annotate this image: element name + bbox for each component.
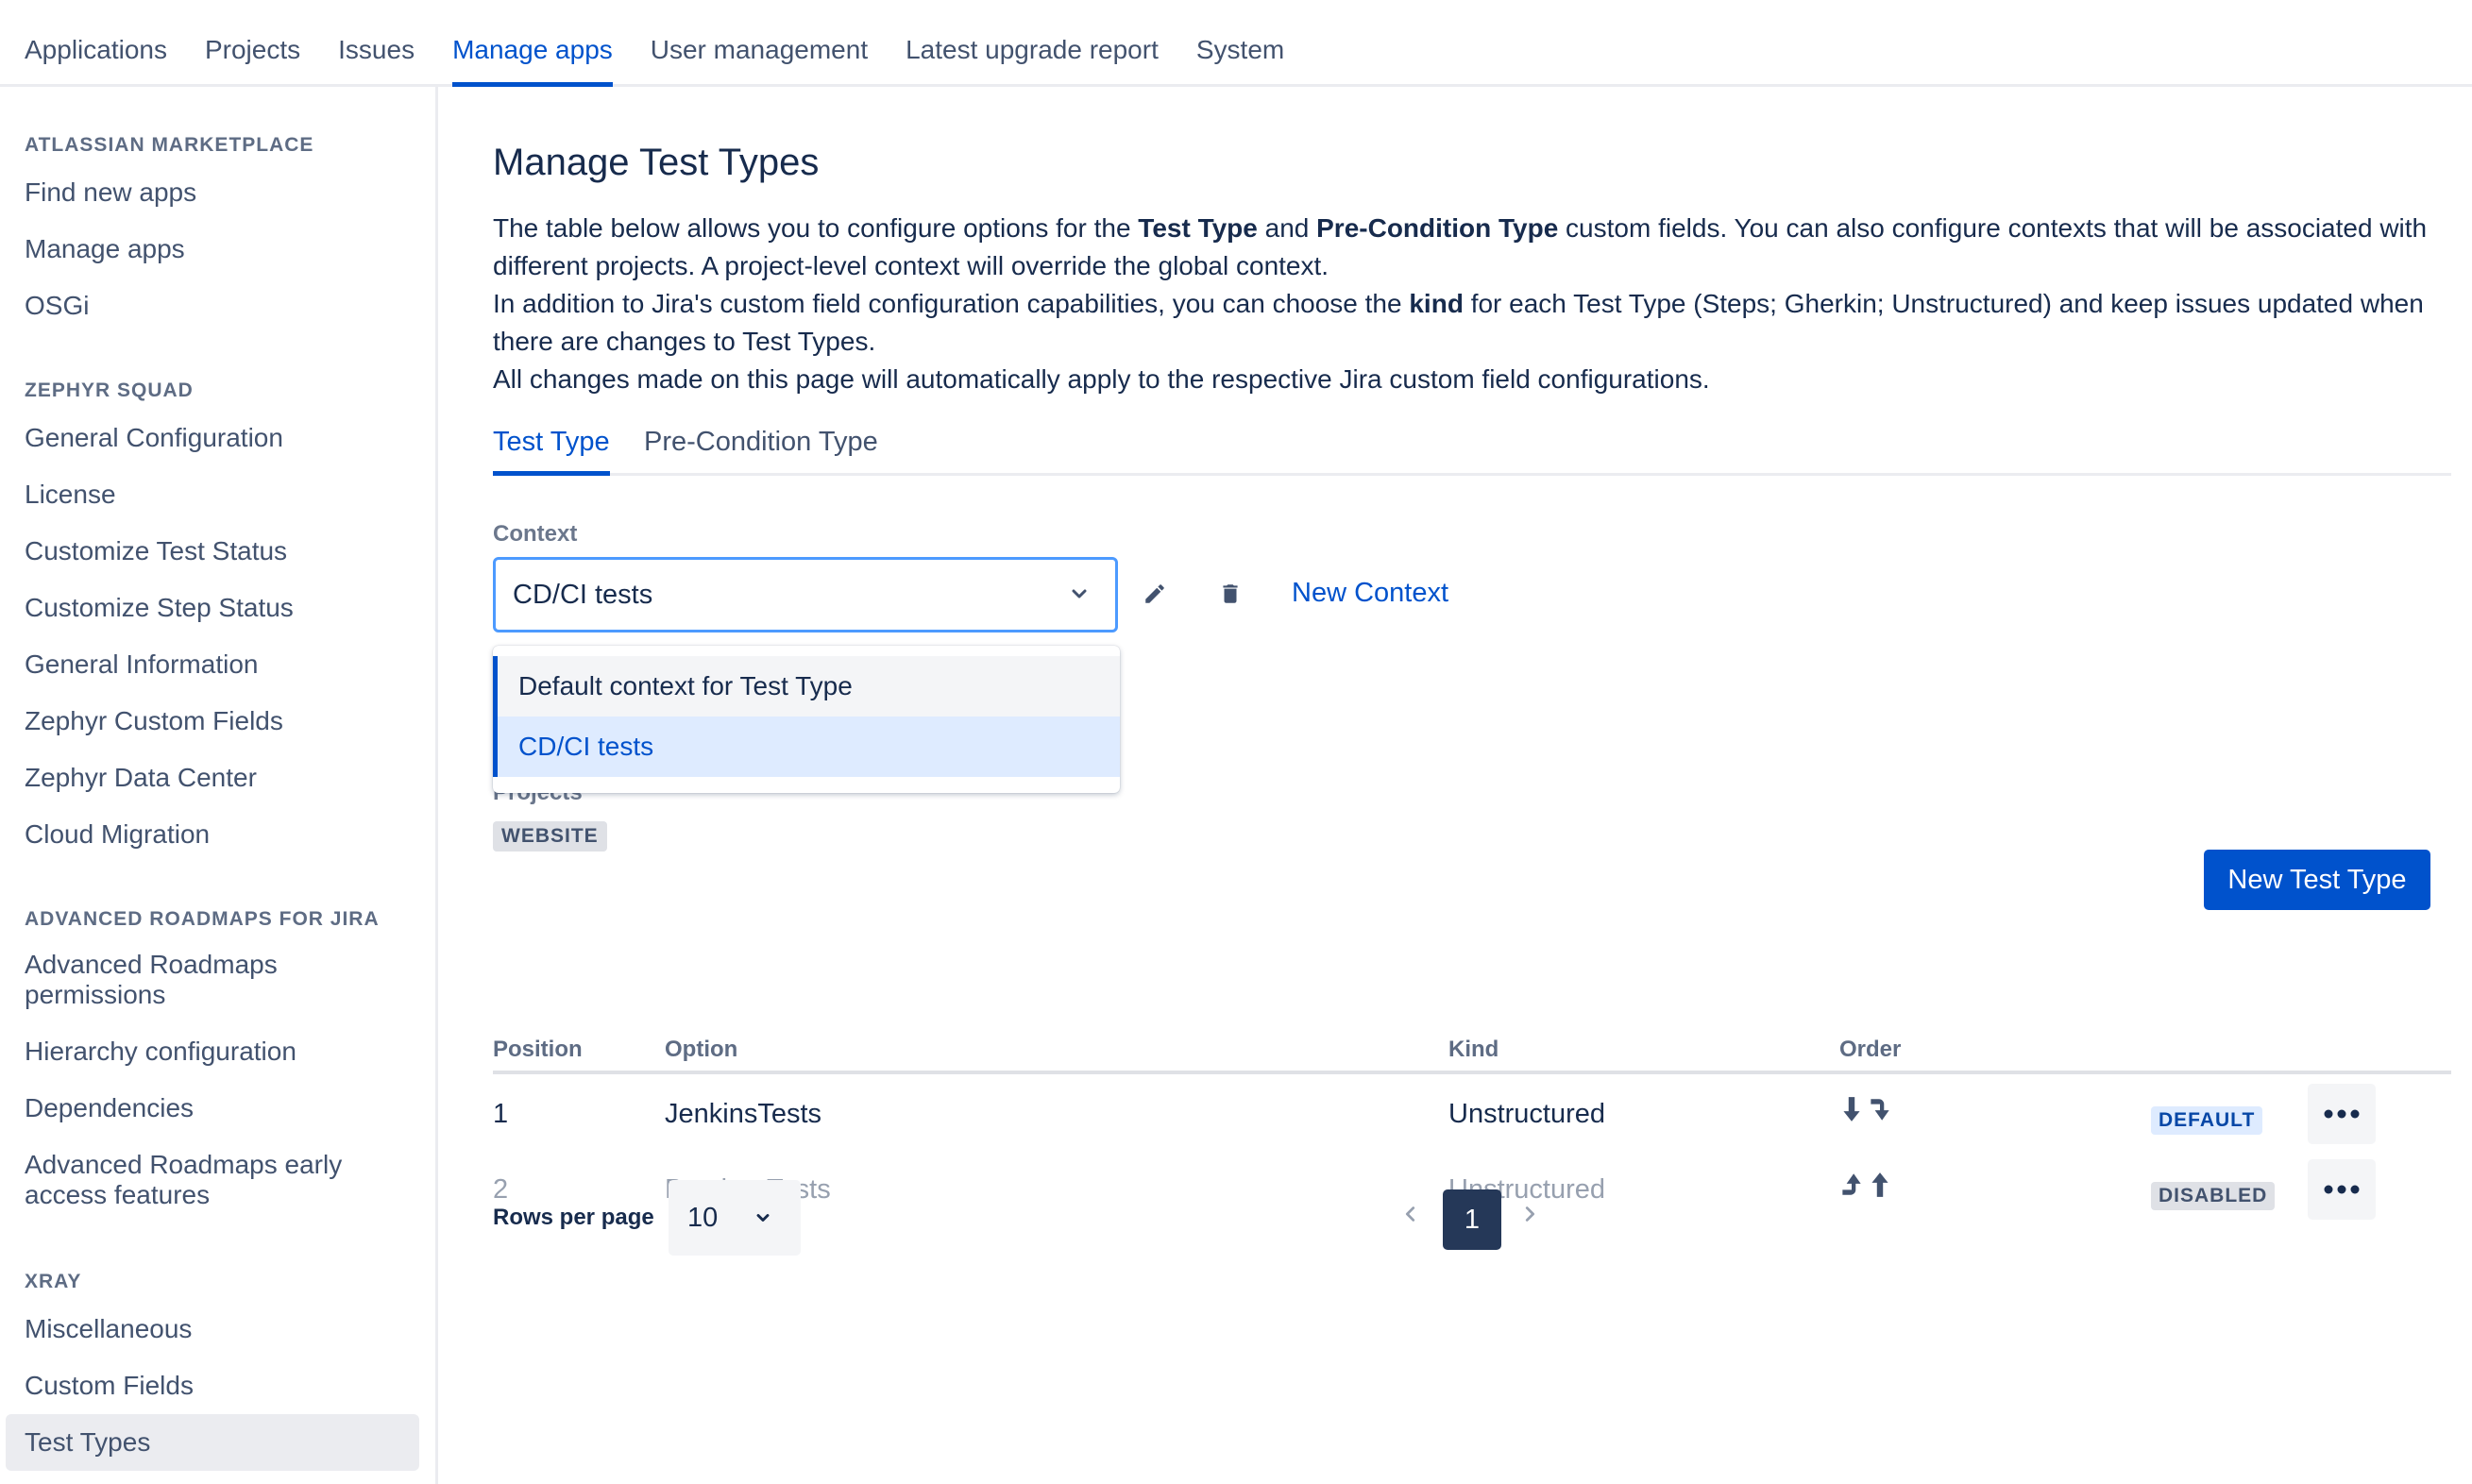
- context-option-cdci[interactable]: CD/CI tests: [493, 717, 1120, 777]
- project-badge: WEBSITE: [493, 821, 607, 852]
- new-test-type-button[interactable]: New Test Type: [2204, 850, 2430, 910]
- context-select-value: CD/CI tests: [513, 579, 653, 610]
- arrow-move-top-icon[interactable]: [1839, 1171, 1864, 1199]
- more-icon: [2324, 1185, 2360, 1194]
- order-controls: [1839, 1171, 1892, 1199]
- sidebar-item-zephyr-custom-fields[interactable]: Zephyr Custom Fields: [6, 706, 419, 736]
- rows-per-page-value: 10: [687, 1202, 719, 1233]
- table-row: 1 JenkinsTests Unstructured DEFAULT: [493, 1078, 2451, 1154]
- sidebar-item-test-types[interactable]: Test Types: [6, 1414, 419, 1471]
- arrow-up-icon[interactable]: [1868, 1171, 1892, 1199]
- tab-projects[interactable]: Projects: [205, 0, 300, 87]
- context-select[interactable]: CD/CI tests: [493, 557, 1118, 632]
- new-context-button[interactable]: New Context: [1292, 578, 1448, 609]
- tab-applications[interactable]: Applications: [25, 0, 167, 87]
- cell-position: 1: [493, 1099, 509, 1129]
- delete-context-button[interactable]: [1207, 570, 1254, 617]
- context-label: Context: [493, 521, 578, 547]
- sidebar-item-license[interactable]: License: [6, 480, 419, 510]
- rows-per-page-label: Rows per page: [493, 1205, 654, 1230]
- sidebar-item-customize-step-status[interactable]: Customize Step Status: [6, 593, 419, 623]
- order-controls: [1839, 1095, 1892, 1123]
- sidebar-item-dependencies[interactable]: Dependencies: [6, 1093, 419, 1123]
- header-position: Position: [493, 1037, 583, 1062]
- cell-position: 2: [493, 1174, 509, 1205]
- row-actions-button[interactable]: [2308, 1159, 2376, 1220]
- chevron-left-icon: [1405, 1206, 1415, 1222]
- cell-option: JenkinsTests: [665, 1099, 822, 1129]
- tab-pre-condition-type[interactable]: Pre-Condition Type: [644, 427, 878, 476]
- sidebar-item-manage-apps[interactable]: Manage apps: [6, 234, 419, 264]
- sidebar-heading-advanced-roadmaps: ADVANCED ROADMAPS FOR JIRA: [25, 908, 380, 930]
- tab-user-management[interactable]: User management: [651, 0, 868, 87]
- pencil-icon: [1145, 584, 1164, 603]
- tab-issues[interactable]: Issues: [338, 0, 415, 87]
- header-option: Option: [665, 1037, 738, 1062]
- context-option-default[interactable]: Default context for Test Type: [493, 656, 1120, 717]
- page-button-current[interactable]: 1: [1443, 1189, 1501, 1250]
- sidebar-item-miscellaneous[interactable]: Miscellaneous: [6, 1314, 419, 1344]
- sidebar-item-find-new-apps[interactable]: Find new apps: [6, 177, 419, 208]
- rows-per-page-select[interactable]: 10: [669, 1180, 801, 1256]
- sidebar-item-general-configuration[interactable]: General Configuration: [6, 423, 419, 453]
- desc-text: All changes made on this page will autom…: [493, 364, 1710, 394]
- sidebar-item-cloud-migration[interactable]: Cloud Migration: [6, 819, 419, 850]
- sidebar-heading-zephyr-squad: ZEPHYR SQUAD: [25, 379, 194, 401]
- tab-latest-upgrade-report[interactable]: Latest upgrade report: [906, 0, 1159, 87]
- chevron-down-icon: [1072, 589, 1087, 599]
- next-page-button[interactable]: [1511, 1186, 1549, 1242]
- sidebar-heading-xray: XRAY: [25, 1271, 82, 1292]
- sidebar-item-customize-test-status[interactable]: Customize Test Status: [6, 536, 419, 566]
- cell-kind: Unstructured: [1448, 1099, 1606, 1129]
- sidebar-item-osgi[interactable]: OSGi: [6, 291, 419, 321]
- page-description: The table below allows you to configure …: [493, 210, 2451, 398]
- context-dropdown-menu: Default context for Test Type CD/CI test…: [493, 646, 1120, 793]
- tab-test-type[interactable]: Test Type: [493, 427, 610, 476]
- previous-page-button[interactable]: [1392, 1186, 1430, 1242]
- chevron-right-icon: [1525, 1206, 1535, 1222]
- desc-text: and: [1257, 213, 1317, 243]
- sidebar-item-hierarchy-configuration[interactable]: Hierarchy configuration: [6, 1037, 419, 1067]
- sidebar-item-early-access-features[interactable]: Advanced Roadmaps early access features: [6, 1150, 374, 1210]
- table-header: Position Option Kind Order: [493, 1025, 2451, 1074]
- status-badge: DISABLED: [2151, 1182, 2276, 1210]
- desc-bold: Test Type: [1138, 213, 1258, 243]
- desc-bold: Pre-Condition Type: [1316, 213, 1559, 243]
- tab-system[interactable]: System: [1196, 0, 1284, 87]
- sidebar-item-general-information[interactable]: General Information: [6, 649, 419, 680]
- sidebar-heading-atlassian-marketplace: ATLASSIAN MARKETPLACE: [25, 134, 314, 156]
- more-icon: [2324, 1109, 2360, 1119]
- desc-bold: kind: [1409, 289, 1464, 318]
- page-title: Manage Test Types: [493, 142, 820, 183]
- tab-manage-apps[interactable]: Manage apps: [452, 0, 613, 87]
- trash-icon: [1223, 584, 1238, 603]
- arrow-move-bottom-icon[interactable]: [1868, 1095, 1892, 1123]
- chevron-down-icon: [756, 1214, 770, 1222]
- desc-text: The table below allows you to configure …: [493, 213, 1139, 243]
- arrow-down-icon[interactable]: [1839, 1095, 1864, 1123]
- row-actions-button[interactable]: [2308, 1084, 2376, 1144]
- edit-context-button[interactable]: [1131, 570, 1178, 617]
- header-kind: Kind: [1448, 1037, 1499, 1062]
- top-navigation: Applications Projects Issues Manage apps…: [0, 0, 2472, 87]
- status-badge: DEFAULT: [2151, 1106, 2263, 1135]
- desc-text: In addition to Jira's custom field confi…: [493, 289, 1410, 318]
- sidebar: ATLASSIAN MARKETPLACE Find new apps Mana…: [0, 87, 438, 1484]
- subtabs: Test Type Pre-Condition Type: [493, 427, 2451, 476]
- header-order: Order: [1839, 1037, 1902, 1062]
- sidebar-item-advanced-roadmaps-permissions[interactable]: Advanced Roadmaps permissions: [6, 950, 289, 1010]
- sidebar-item-custom-fields[interactable]: Custom Fields: [6, 1371, 419, 1401]
- sidebar-item-zephyr-data-center[interactable]: Zephyr Data Center: [6, 763, 419, 793]
